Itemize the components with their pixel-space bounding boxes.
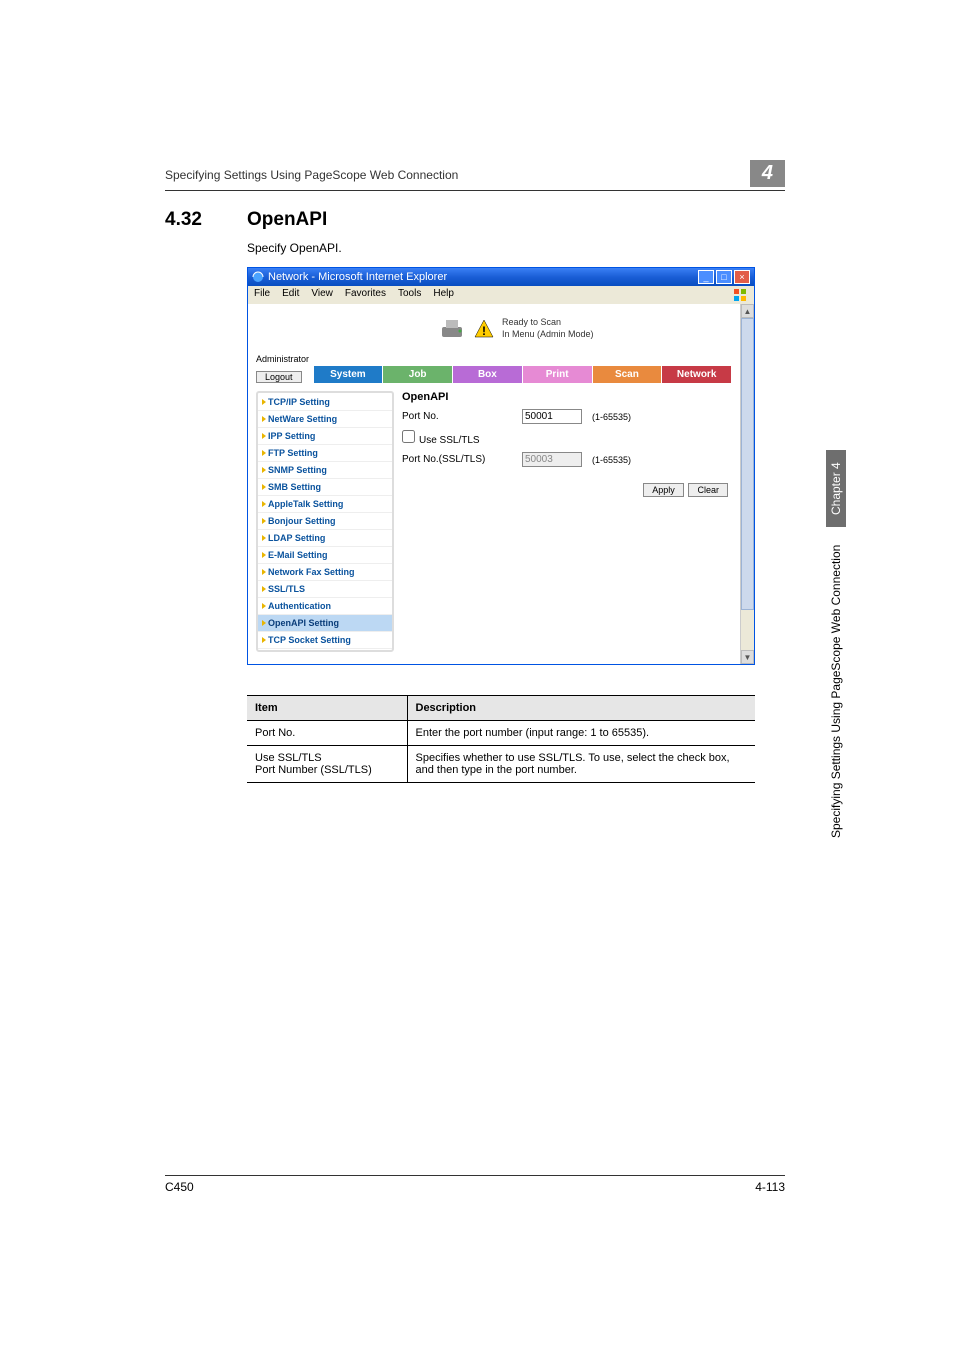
ssl-checkbox[interactable] xyxy=(402,430,415,443)
browser-menubar: File Edit View Favorites Tools Help xyxy=(248,286,754,304)
ssl-label: Use SSL/TLS xyxy=(419,435,480,446)
section-heading: 4.32 OpenAPI xyxy=(165,209,785,231)
port-label: Port No. xyxy=(402,411,512,422)
ie-icon xyxy=(252,271,264,283)
browser-window: Network - Microsoft Internet Explorer _ … xyxy=(247,267,755,665)
port-input[interactable] xyxy=(522,409,582,424)
scroll-thumb[interactable] xyxy=(741,318,754,610)
section-number: 4.32 xyxy=(165,209,247,231)
vertical-scrollbar[interactable]: ▲ ▼ xyxy=(740,304,754,664)
page-body: ! Ready to Scan In Menu (Admin Mode) Adm… xyxy=(248,304,740,664)
section-intro: Specify OpenAPI. xyxy=(247,241,785,255)
section-title: OpenAPI xyxy=(247,209,327,231)
tab-scan[interactable]: Scan xyxy=(593,366,663,383)
triangle-icon xyxy=(262,467,266,473)
triangle-icon xyxy=(262,535,266,541)
tab-box[interactable]: Box xyxy=(453,366,523,383)
triangle-icon xyxy=(262,637,266,643)
table-row: Use SSL/TLS Port Number (SSL/TLS) Specif… xyxy=(247,746,755,783)
sidebar-item-openapi[interactable]: OpenAPI Setting xyxy=(258,615,392,632)
cell-item: Use SSL/TLS Port Number (SSL/TLS) xyxy=(247,746,407,783)
triangle-icon xyxy=(262,552,266,558)
triangle-icon xyxy=(262,518,266,524)
admin-label: Administrator xyxy=(256,354,338,364)
ie-logo-icon xyxy=(732,288,748,302)
window-titlebar: Network - Microsoft Internet Explorer _ … xyxy=(248,268,754,286)
menu-help[interactable]: Help xyxy=(433,288,454,302)
breadcrumb: Specifying Settings Using PageScope Web … xyxy=(165,168,742,182)
sidebar-item-snmp[interactable]: SNMP Setting xyxy=(258,462,392,479)
table-row: Port No. Enter the port number (input ra… xyxy=(247,721,755,746)
sidebar-item-netfax[interactable]: Network Fax Setting xyxy=(258,564,392,581)
th-description: Description xyxy=(407,696,755,721)
tab-network[interactable]: Network xyxy=(662,366,732,383)
definition-table: Item Description Port No. Enter the port… xyxy=(247,695,755,783)
side-tab: Specifying Settings Using PageScope Web … xyxy=(826,450,846,838)
tab-job[interactable]: Job xyxy=(383,366,453,383)
menu-favorites[interactable]: Favorites xyxy=(345,288,386,302)
sidebar-item-ftp[interactable]: FTP Setting xyxy=(258,445,392,462)
scroll-track[interactable] xyxy=(741,318,754,650)
cell-desc: Enter the port number (input range: 1 to… xyxy=(407,721,755,746)
sidebar-item-appletalk[interactable]: AppleTalk Setting xyxy=(258,496,392,513)
maximize-button[interactable]: □ xyxy=(716,270,732,284)
triangle-icon xyxy=(262,484,266,490)
sidebar-item-email[interactable]: E-Mail Setting xyxy=(258,547,392,564)
status-mode: In Menu (Admin Mode) xyxy=(502,329,594,341)
triangle-icon xyxy=(262,416,266,422)
sslport-input xyxy=(522,452,582,467)
logout-button[interactable]: Logout xyxy=(256,371,302,383)
sidebar-item-tcpsocket[interactable]: TCP Socket Setting xyxy=(258,632,392,649)
sidebar-item-ipp[interactable]: IPP Setting xyxy=(258,428,392,445)
triangle-icon xyxy=(262,450,266,456)
sidebar-item-ssltls[interactable]: SSL/TLS xyxy=(258,581,392,598)
page-header: Specifying Settings Using PageScope Web … xyxy=(165,160,785,191)
menu-file[interactable]: File xyxy=(254,288,270,302)
th-item: Item xyxy=(247,696,407,721)
port-range: (1-65535) xyxy=(592,412,631,422)
tab-print[interactable]: Print xyxy=(523,366,593,383)
scroll-down-arrow[interactable]: ▼ xyxy=(741,650,754,664)
footer-left: C450 xyxy=(165,1180,194,1194)
cell-desc: Specifies whether to use SSL/TLS. To use… xyxy=(407,746,755,783)
page-footer: C450 4-113 xyxy=(165,1175,785,1194)
footer-right: 4-113 xyxy=(755,1180,785,1194)
sidebar-item-tcpip[interactable]: TCP/IP Setting xyxy=(258,394,392,411)
sslport-label: Port No.(SSL/TLS) xyxy=(402,454,512,465)
triangle-icon xyxy=(262,603,266,609)
warning-icon: ! xyxy=(474,319,494,339)
sidebar-item-smb[interactable]: SMB Setting xyxy=(258,479,392,496)
sidebar-item-ldap[interactable]: LDAP Setting xyxy=(258,530,392,547)
sidebar-item-netware[interactable]: NetWare Setting xyxy=(258,411,392,428)
triangle-icon xyxy=(262,620,266,626)
triangle-icon xyxy=(262,433,266,439)
menu-view[interactable]: View xyxy=(311,288,333,302)
window-title: Network - Microsoft Internet Explorer xyxy=(268,271,698,283)
content-pane: OpenAPI Port No. (1-65535) Use SSL/TLS xyxy=(402,391,732,652)
apply-button[interactable]: Apply xyxy=(643,483,684,497)
chapter-badge: 4 xyxy=(750,160,785,187)
scroll-up-arrow[interactable]: ▲ xyxy=(741,304,754,318)
sidebar-item-bonjour[interactable]: Bonjour Setting xyxy=(258,513,392,530)
svg-text:!: ! xyxy=(482,324,486,338)
cell-item: Port No. xyxy=(247,721,407,746)
triangle-icon xyxy=(262,399,266,405)
menu-tools[interactable]: Tools xyxy=(398,288,421,302)
side-tab-title: Specifying Settings Using PageScope Web … xyxy=(829,545,843,838)
close-button[interactable]: × xyxy=(734,270,750,284)
side-tab-chapter: Chapter 4 xyxy=(826,450,846,527)
triangle-icon xyxy=(262,501,266,507)
menu-edit[interactable]: Edit xyxy=(282,288,299,302)
sidebar-nav: TCP/IP Setting NetWare Setting IPP Setti… xyxy=(256,391,394,652)
content-title: OpenAPI xyxy=(402,391,732,403)
minimize-button[interactable]: _ xyxy=(698,270,714,284)
triangle-icon xyxy=(262,569,266,575)
sslport-range: (1-65535) xyxy=(592,455,631,465)
clear-button[interactable]: Clear xyxy=(688,483,728,497)
sidebar-item-auth[interactable]: Authentication xyxy=(258,598,392,615)
tab-system[interactable]: System xyxy=(314,366,384,383)
printer-icon xyxy=(438,318,466,340)
status-ready: Ready to Scan xyxy=(502,317,594,329)
triangle-icon xyxy=(262,586,266,592)
